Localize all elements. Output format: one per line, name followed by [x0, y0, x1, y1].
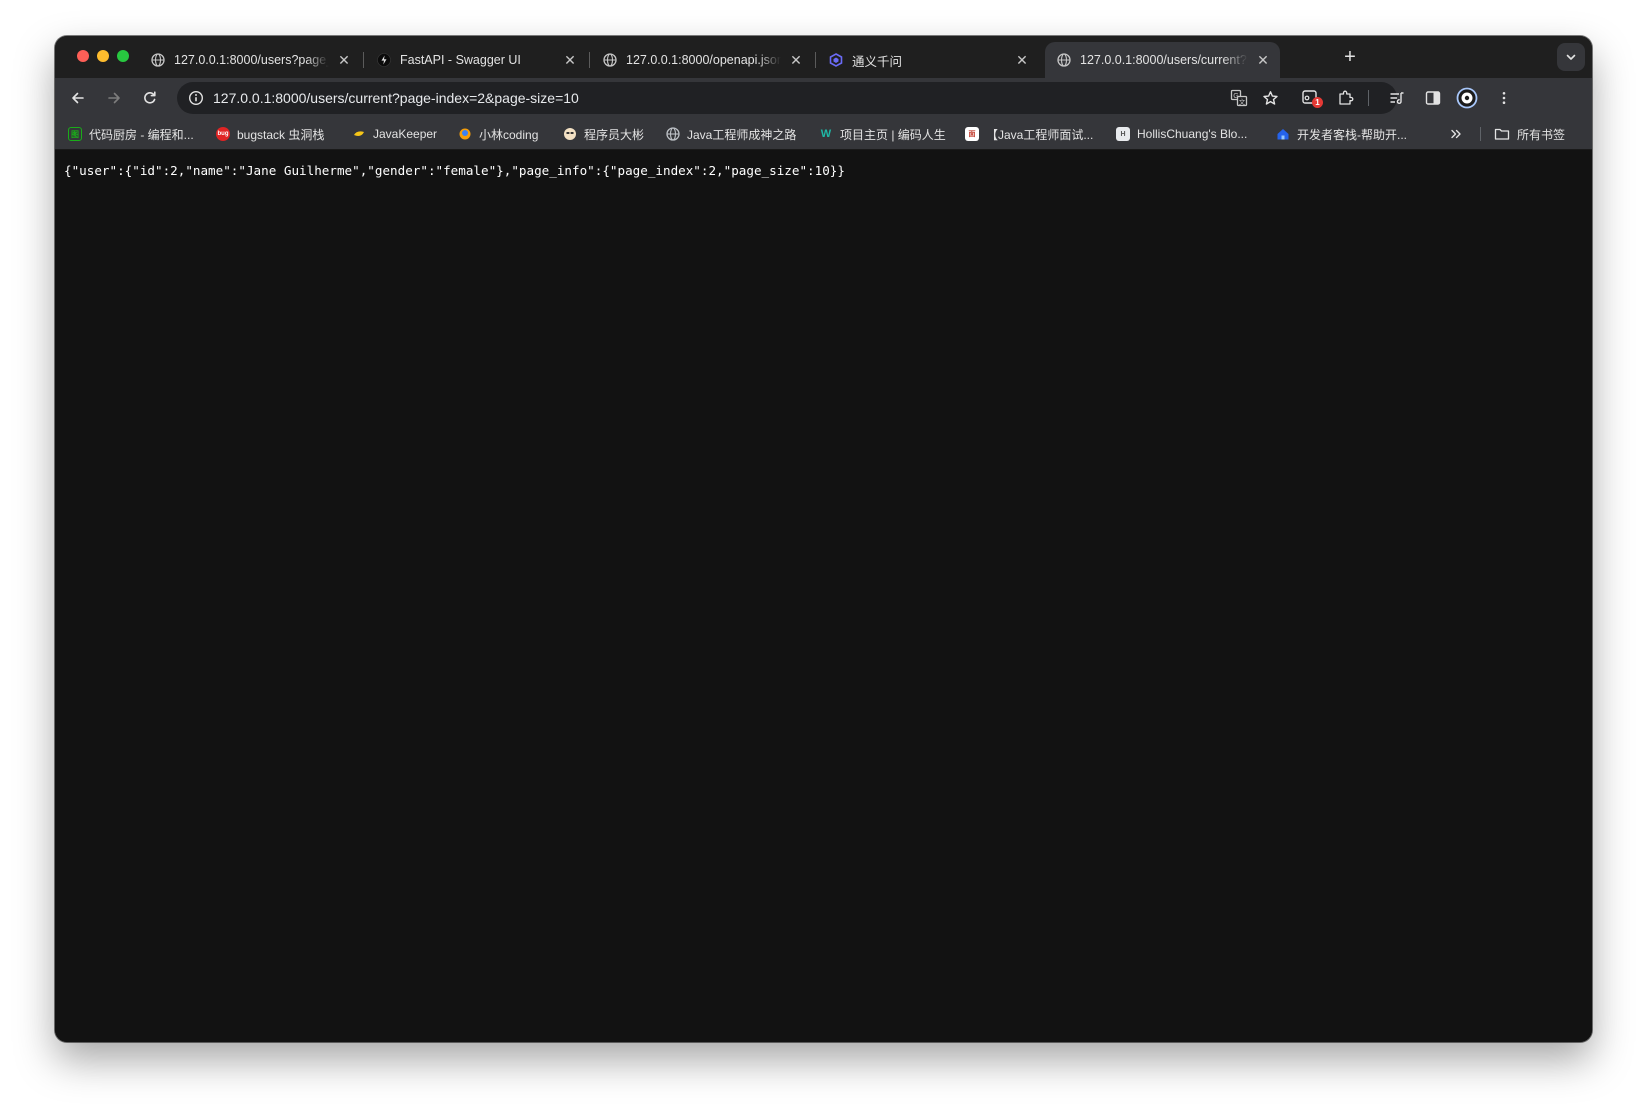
reload-button[interactable] [138, 86, 162, 110]
tab-strip: 127.0.0.1:8000/users?page_index=1 ✕ Fast… [55, 36, 1592, 78]
tab-title: 通义千问 [852, 54, 903, 69]
tongyi-icon [829, 53, 843, 67]
info-icon[interactable] [187, 89, 205, 107]
bookmark-dev-inn[interactable]: 开发者客栈-帮助开... [1276, 125, 1407, 143]
tab-swagger-ui[interactable]: FastAPI - Swagger UI ✕ [365, 42, 587, 78]
chevrons-right-icon [1451, 129, 1461, 139]
extension-button[interactable]: 1 [1299, 86, 1323, 110]
xiaolin-icon [458, 127, 472, 141]
close-tab-icon[interactable]: ✕ [1254, 51, 1272, 69]
bookmark-label: JavaKeeper [373, 127, 438, 141]
new-tab-button[interactable]: + [1340, 47, 1360, 68]
bookmark-hollis[interactable]: H HollisChuang's Blo... [1116, 125, 1247, 143]
avatar [1456, 87, 1478, 109]
bookmark-xiaolin[interactable]: 小林coding [458, 125, 538, 143]
tab-separator [363, 52, 364, 68]
all-bookmarks-button[interactable]: 所有书签 [1494, 125, 1565, 143]
bookmarks-separator [1480, 127, 1481, 141]
page-content: {"user":{"id":2,"name":"Jane Guilherme",… [55, 151, 1592, 1042]
fastapi-icon [377, 53, 391, 67]
puzzle-icon [1339, 90, 1354, 105]
w-icon: W [820, 128, 832, 140]
bookmark-label: 【Java工程师面试... [986, 127, 1094, 142]
globe-icon [151, 53, 165, 67]
bookmark-star-icon[interactable] [1260, 88, 1280, 108]
tab-title: 127.0.0.1:8000/users?page_index=1 [174, 53, 329, 67]
bookmark-java-interview[interactable]: 面 【Java工程师面试... [965, 125, 1093, 143]
reload-icon [144, 91, 156, 104]
tab-title: FastAPI - Swagger UI [400, 53, 521, 67]
interview-icon: 面 [965, 127, 979, 141]
minimize-window-button[interactable] [97, 50, 109, 62]
folder-icon [1494, 127, 1510, 141]
extensions-button[interactable] [1334, 86, 1358, 110]
bookmark-label: Java工程师成神之路 [687, 127, 797, 142]
close-window-button[interactable] [77, 50, 89, 62]
chevron-down-icon [1566, 54, 1576, 60]
bookmark-bugstack[interactable]: bug bugstack 虫洞栈 [216, 125, 324, 143]
bookmarks-bar: 图 代码厨房 - 编程和... bug bugstack 虫洞栈 JavaKee… [55, 118, 1592, 150]
bookmark-java-engineer[interactable]: Java工程师成神之路 [666, 125, 796, 143]
close-tab-icon[interactable]: ✕ [787, 51, 805, 69]
bookmark-code-kitchen[interactable]: 图 代码厨房 - 编程和... [68, 125, 194, 143]
bookmark-label: 项目主页 | 编码人生 [840, 127, 946, 142]
globe-icon [1057, 53, 1071, 67]
toolbar: 127.0.0.1:8000/users/current?page-index=… [55, 78, 1592, 118]
tab-separator [815, 52, 816, 68]
tab-search-button[interactable] [1557, 43, 1585, 71]
bookmark-label: HollisChuang's Blo... [1137, 127, 1248, 141]
bookmark-label: 开发者客栈-帮助开... [1297, 127, 1407, 142]
maximize-window-button[interactable] [117, 50, 129, 62]
bugstack-icon: bug [216, 127, 230, 141]
arrow-left-icon [72, 92, 84, 104]
close-tab-icon[interactable]: ✕ [335, 51, 353, 69]
profile-button[interactable] [1455, 86, 1479, 110]
bookmark-label: 代码厨房 - 编程和... [89, 127, 194, 142]
bookmark-label: bugstack 虫洞栈 [237, 127, 325, 142]
code-kitchen-icon: 图 [68, 127, 82, 141]
tab-openapi-json[interactable]: 127.0.0.1:8000/openapi.json ✕ [591, 42, 813, 78]
tab-title: 127.0.0.1:8000/openapi.json [626, 53, 781, 67]
bookmark-project-home[interactable]: W 项目主页 | 编码人生 [819, 125, 946, 143]
all-bookmarks-label: 所有书签 [1517, 127, 1566, 142]
globe-icon [666, 127, 680, 141]
javakeeper-icon [352, 127, 366, 141]
bookmark-label: 小林coding [479, 127, 539, 142]
bookmark-label: 程序员大彬 [584, 127, 645, 142]
toolbar-separator [1368, 90, 1369, 106]
bookmark-dabin[interactable]: 程序员大彬 [563, 125, 644, 143]
side-panel-icon [1425, 91, 1441, 105]
json-response-text: {"user":{"id":2,"name":"Jane Guilherme",… [64, 163, 845, 178]
close-tab-icon[interactable]: ✕ [561, 51, 579, 69]
dev-inn-icon [1276, 127, 1290, 141]
extension-badge: 1 [1312, 97, 1323, 108]
tab-users-page[interactable]: 127.0.0.1:8000/users?page_index=1 ✕ [139, 42, 361, 78]
bookmarks-overflow-button[interactable] [1449, 125, 1463, 143]
tab-title: 127.0.0.1:8000/users/current?page-index=… [1080, 53, 1248, 67]
reading-list-button[interactable] [1385, 86, 1409, 110]
bookmark-javakeeper[interactable]: JavaKeeper [352, 125, 437, 143]
forward-button[interactable] [102, 86, 126, 110]
tab-separator [589, 52, 590, 68]
dabin-icon [563, 127, 577, 141]
playlist-icon [1390, 92, 1404, 104]
menu-button[interactable] [1492, 86, 1516, 110]
globe-icon [603, 53, 617, 67]
tab-users-current[interactable]: 127.0.0.1:8000/users/current?page-index=… [1045, 42, 1280, 78]
tab-tongyi[interactable]: 通义千问 ✕ [817, 42, 1039, 78]
address-bar[interactable]: 127.0.0.1:8000/users/current?page-index=… [177, 82, 1397, 114]
arrow-right-icon [108, 92, 120, 104]
browser-window: 127.0.0.1:8000/users?page_index=1 ✕ Fast… [55, 36, 1592, 1042]
close-tab-icon[interactable]: ✕ [1013, 51, 1031, 69]
back-button[interactable] [66, 86, 90, 110]
svg-text:文: 文 [1239, 97, 1246, 106]
address-url: 127.0.0.1:8000/users/current?page-index=… [213, 90, 579, 106]
hollis-icon: H [1116, 127, 1130, 141]
more-vertical-icon [1502, 92, 1506, 104]
side-panel-button[interactable] [1421, 86, 1445, 110]
translate-icon[interactable]: G文 [1229, 88, 1249, 108]
